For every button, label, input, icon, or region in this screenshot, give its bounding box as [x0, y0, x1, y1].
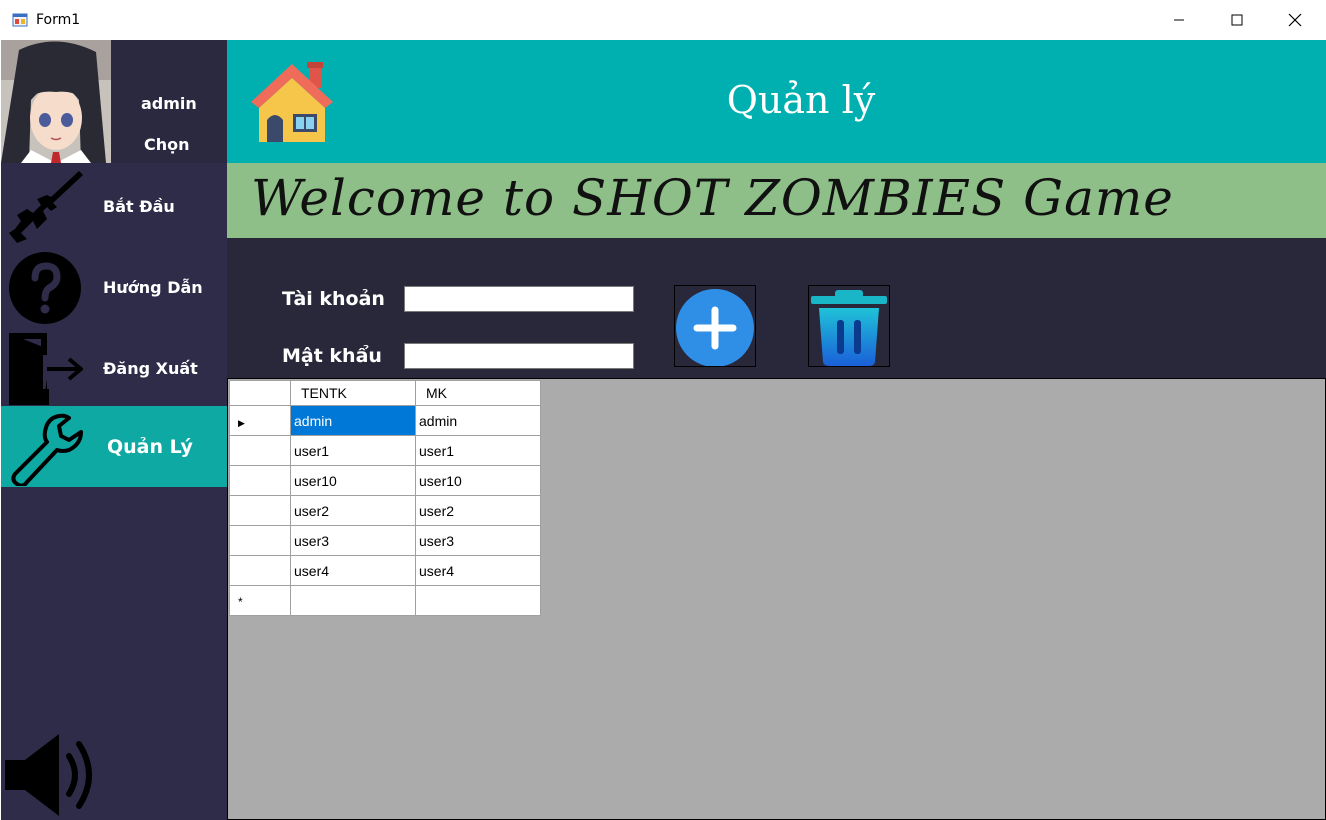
sidebar-item-label: Hướng Dẫn [103, 278, 203, 297]
account-input[interactable] [404, 286, 634, 312]
row-header[interactable]: ▶ [229, 405, 291, 436]
grid-cell[interactable]: user3 [290, 525, 416, 556]
row-header-corner[interactable] [229, 380, 291, 406]
trash-icon [811, 290, 887, 366]
maximize-icon [1231, 14, 1243, 26]
sidebar-item-label: Quản Lý [107, 436, 193, 458]
grid-header-row: TENTK MK [229, 380, 541, 406]
page-title: Quản lý [726, 78, 876, 122]
sidebar: admin Chọn Bắt Đầu Hướng Dẫn Đăng Xuất Q… [1, 40, 227, 820]
question-icon [9, 252, 81, 324]
sidebar-item-manage[interactable]: Quản Lý [1, 406, 227, 487]
new-row-marker: * [238, 594, 243, 609]
delete-button[interactable] [808, 285, 890, 367]
app-icon [12, 13, 28, 27]
grid-cell[interactable] [415, 585, 541, 616]
account-label: Tài khoản [282, 288, 385, 310]
row-header[interactable] [229, 495, 291, 526]
row-header[interactable]: * [229, 585, 291, 616]
row-header[interactable] [229, 555, 291, 586]
wrench-icon [11, 413, 83, 486]
row-header[interactable] [229, 435, 291, 466]
sidebar-item-logout[interactable]: Đăng Xuất [1, 325, 227, 406]
avatar[interactable] [1, 40, 111, 163]
current-row-marker: ▶ [238, 417, 245, 428]
add-button[interactable] [674, 285, 756, 367]
grid-cell[interactable]: user2 [290, 495, 416, 526]
grid-cell[interactable]: user4 [290, 555, 416, 586]
table-row[interactable]: user3 user3 [229, 525, 541, 556]
grid-cell[interactable]: user3 [415, 525, 541, 556]
grid-cell[interactable]: admin [290, 405, 416, 436]
password-label: Mật khẩu [282, 345, 382, 367]
profile-panel: admin Chọn [1, 40, 227, 163]
column-header-mk[interactable]: MK [415, 380, 541, 406]
plus-circle-icon [676, 289, 754, 367]
account-form: Tài khoản Mật khẩu [227, 238, 1326, 378]
table-row[interactable]: ▶ admin admin [229, 405, 541, 436]
table-row[interactable]: user10 user10 [229, 465, 541, 496]
sidebar-item-guide[interactable]: Hướng Dẫn [1, 244, 227, 325]
sidebar-item-start[interactable]: Bắt Đầu [1, 163, 227, 244]
row-header[interactable] [229, 465, 291, 496]
grid-cell[interactable] [290, 585, 416, 616]
grid-cell[interactable]: user2 [415, 495, 541, 526]
grid-cell[interactable]: user1 [290, 435, 416, 466]
window-title: Form1 [36, 12, 81, 28]
sidebar-item-label: Bắt Đầu [103, 197, 175, 216]
password-input[interactable] [404, 343, 634, 369]
grid-cell[interactable]: user1 [415, 435, 541, 466]
username-label: admin [141, 94, 197, 113]
new-row[interactable]: * [229, 585, 541, 616]
window-body: admin Chọn Bắt Đầu Hướng Dẫn Đăng Xuất Q… [1, 40, 1326, 820]
grid-cell[interactable]: user10 [290, 465, 416, 496]
column-header-tentk[interactable]: TENTK [290, 380, 416, 406]
data-grid: TENTK MK ▶ admin admin user1 user1 user1… [229, 380, 541, 616]
table-row[interactable]: user1 user1 [229, 435, 541, 466]
table-row[interactable]: user2 user2 [229, 495, 541, 526]
minimize-icon [1174, 19, 1184, 21]
header: Quản lý [227, 40, 1326, 163]
sidebar-item-label: Đăng Xuất [103, 359, 198, 378]
minimize-button[interactable] [1150, 0, 1208, 40]
close-icon [1288, 13, 1302, 27]
logout-icon [9, 333, 83, 405]
choose-button[interactable]: Chọn [144, 135, 190, 154]
table-row[interactable]: user4 user4 [229, 555, 541, 586]
grid-cell[interactable]: user4 [415, 555, 541, 586]
grid-cell[interactable]: user10 [415, 465, 541, 496]
close-button[interactable] [1266, 0, 1324, 40]
speaker-icon[interactable] [3, 730, 103, 820]
welcome-banner: Welcome to SHOT ZOMBIES Game [227, 163, 1326, 238]
banner-text: Welcome to SHOT ZOMBIES Game [251, 169, 1174, 227]
row-header[interactable] [229, 525, 291, 556]
accounts-grid: TENTK MK ▶ admin admin user1 user1 user1… [227, 378, 1326, 820]
grid-cell[interactable]: admin [415, 405, 541, 436]
rifle-icon [9, 171, 83, 243]
maximize-button[interactable] [1208, 0, 1266, 40]
title-bar: Form1 [0, 0, 1326, 40]
